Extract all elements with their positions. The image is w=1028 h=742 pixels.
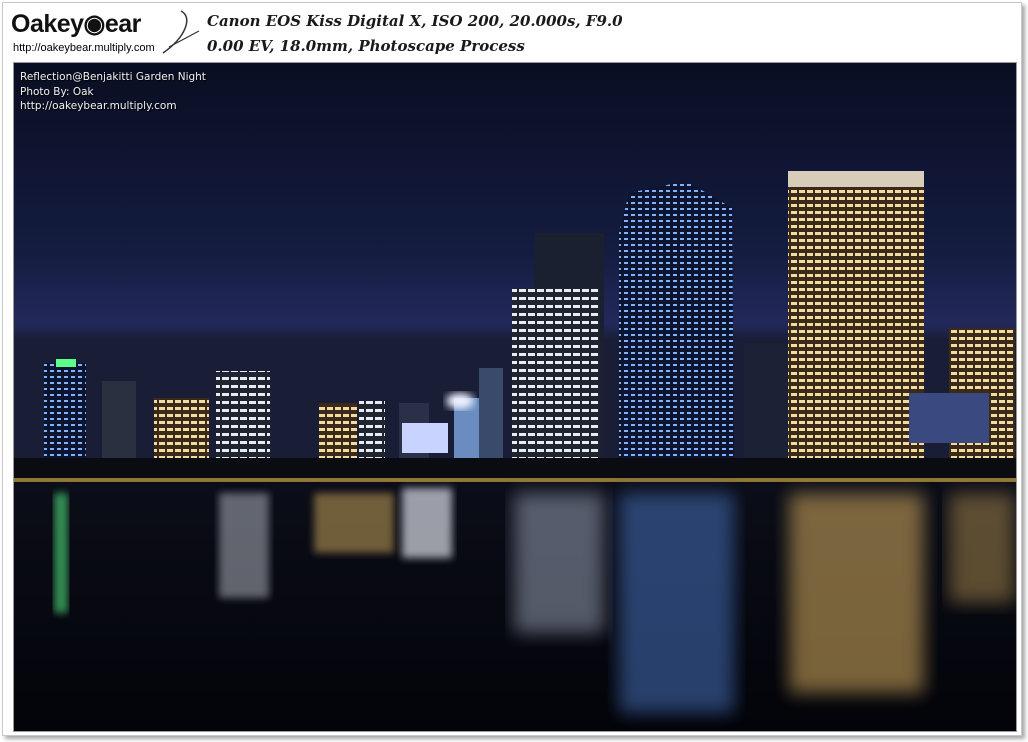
- logo: Oakey◉ear http://oakeybear.multiply.com: [11, 7, 201, 57]
- exif-line-1: Canon EOS Kiss Digital X, ISO 200, 20.00…: [207, 12, 623, 30]
- photo-frame: Oakey◉ear http://oakeybear.multiply.com …: [2, 2, 1022, 736]
- photo-url: http://oakeybear.multiply.com: [20, 100, 177, 112]
- night-skyline-photo: Reflection@Benjakitti Garden Night Photo…: [13, 62, 1017, 732]
- photo-watermark: Reflection@Benjakitti Garden Night Photo…: [20, 70, 206, 114]
- photo-title: Reflection@Benjakitti Garden Night: [20, 71, 206, 83]
- skyline-illustration: [14, 63, 1016, 731]
- exif-line-2: 0.00 EV, 18.0mm, Photoscape Process: [207, 37, 525, 55]
- shore-lights: [14, 478, 1016, 482]
- logo-swoosh-icon: [162, 10, 200, 54]
- photo-credit: Photo By: Oak: [20, 85, 94, 98]
- logo-url: http://oakeybear.multiply.com: [13, 42, 155, 54]
- header-bar: Oakey◉ear http://oakeybear.multiply.com …: [3, 3, 1021, 59]
- exif-caption: Canon EOS Kiss Digital X, ISO 200, 20.00…: [207, 9, 623, 59]
- logo-brand: Oakey◉ear: [11, 10, 141, 38]
